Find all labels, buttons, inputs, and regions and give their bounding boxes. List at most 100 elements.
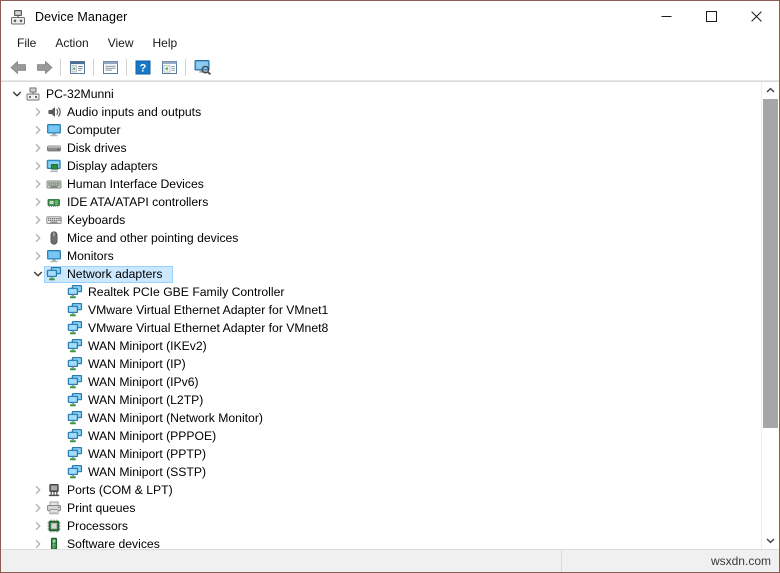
tree-node-label: Software devices: [67, 537, 160, 549]
chevron-right-icon[interactable]: [30, 229, 46, 247]
tree-node-label: Computer: [67, 123, 121, 137]
tree-node[interactable]: VMware Virtual Ethernet Adapter for VMne…: [1, 319, 761, 337]
status-bar: wsxdn.com: [1, 549, 779, 572]
tree-node-label: VMware Virtual Ethernet Adapter for VMne…: [88, 303, 329, 317]
chevron-right-icon[interactable]: [30, 211, 46, 229]
tree-node[interactable]: WAN Miniport (IP): [1, 355, 761, 373]
tree-node-label: WAN Miniport (PPTP): [88, 447, 207, 461]
tree-node[interactable]: WAN Miniport (PPPOE): [1, 427, 761, 445]
tree-node[interactable]: Processors: [1, 517, 761, 535]
tree-node-label: Processors: [67, 519, 128, 533]
tree-node-label: WAN Miniport (PPPOE): [88, 429, 217, 443]
scrollbar-track[interactable]: [762, 99, 779, 532]
chevron-right-icon[interactable]: [30, 481, 46, 499]
tree-node[interactable]: Ports (COM & LPT): [1, 481, 761, 499]
tree-node-label: WAN Miniport (IPv6): [88, 375, 199, 389]
menu-item-file[interactable]: File: [8, 34, 46, 53]
tree-node-label: PC-32Munni: [46, 87, 114, 101]
network-adapter-icon: [67, 338, 83, 354]
tree-node[interactable]: Audio inputs and outputs: [1, 103, 761, 121]
close-button[interactable]: [734, 1, 779, 32]
tree-node-label: Ports (COM & LPT): [67, 483, 173, 497]
tree-node-label: Mice and other pointing devices: [67, 231, 239, 245]
network-adapter-icon: [67, 464, 83, 480]
tree-node[interactable]: VMware Virtual Ethernet Adapter for VMne…: [1, 301, 761, 319]
tree-node-label: VMware Virtual Ethernet Adapter for VMne…: [88, 321, 329, 335]
tree-node[interactable]: WAN Miniport (IPv6): [1, 373, 761, 391]
chevron-right-icon[interactable]: [30, 499, 46, 517]
chevron-right-icon[interactable]: [30, 535, 46, 549]
chevron-right-icon[interactable]: [30, 175, 46, 193]
menu-item-help[interactable]: Help: [144, 34, 188, 53]
properties-button[interactable]: [97, 55, 123, 79]
scan-for-hardware-changes-button[interactable]: [189, 55, 215, 79]
tree-node[interactable]: WAN Miniport (IKEv2): [1, 337, 761, 355]
network-adapter-icon: [67, 410, 83, 426]
tree-node[interactable]: Mice and other pointing devices: [1, 229, 761, 247]
software-device-icon: [46, 536, 62, 549]
tree-node[interactable]: Software devices: [1, 535, 761, 549]
monitor-icon: [46, 122, 62, 138]
tree-node[interactable]: Human Interface Devices: [1, 175, 761, 193]
tree-node[interactable]: Display adapters: [1, 157, 761, 175]
scrollbar-thumb[interactable]: [763, 99, 778, 428]
minimize-button[interactable]: [644, 1, 689, 32]
network-adapter-icon: [67, 320, 83, 336]
chevron-right-icon[interactable]: [30, 517, 46, 535]
network-adapter-icon: [67, 284, 83, 300]
tree-node[interactable]: WAN Miniport (L2TP): [1, 391, 761, 409]
ide-controller-icon: [46, 194, 62, 210]
chevron-down-icon[interactable]: [9, 85, 25, 103]
tree-node[interactable]: Realtek PCIe GBE Family Controller: [1, 283, 761, 301]
tree-node-label: Realtek PCIe GBE Family Controller: [88, 285, 285, 299]
back-button[interactable]: [5, 55, 31, 79]
menu-item-view[interactable]: View: [99, 34, 144, 53]
network-adapter-icon: [67, 392, 83, 408]
tree-node[interactable]: Disk drives: [1, 139, 761, 157]
tree-node-label: WAN Miniport (Network Monitor): [88, 411, 263, 425]
toolbar-separator: [60, 58, 61, 76]
mouse-icon: [46, 230, 62, 246]
tree-node[interactable]: WAN Miniport (PPTP): [1, 445, 761, 463]
maximize-button[interactable]: [689, 1, 734, 32]
tree-node[interactable]: Print queues: [1, 499, 761, 517]
chevron-right-icon[interactable]: [30, 103, 46, 121]
tree-node[interactable]: Computer: [1, 121, 761, 139]
tree-node-label: Network adapters: [67, 267, 163, 281]
svg-text:?: ?: [140, 62, 147, 74]
device-tree[interactable]: PC-32Munni Audio inputs and outputs Comput…: [1, 82, 761, 549]
tree-node-label: Disk drives: [67, 141, 127, 155]
vertical-scrollbar[interactable]: [761, 82, 779, 549]
window-controls: [644, 1, 779, 32]
update-driver-button[interactable]: [156, 55, 182, 79]
tree-node-label: WAN Miniport (IKEv2): [88, 339, 207, 353]
tree-node[interactable]: WAN Miniport (SSTP): [1, 463, 761, 481]
scroll-down-button[interactable]: [762, 532, 779, 549]
tree-node[interactable]: IDE ATA/ATAPI controllers: [1, 193, 761, 211]
tree-node[interactable]: Network adapters: [1, 265, 761, 283]
tree-node[interactable]: WAN Miniport (Network Monitor): [1, 409, 761, 427]
tree-node[interactable]: Keyboards: [1, 211, 761, 229]
chevron-right-icon[interactable]: [30, 121, 46, 139]
chevron-right-icon[interactable]: [30, 139, 46, 157]
scroll-up-button[interactable]: [762, 82, 779, 99]
network-adapter-icon: [67, 356, 83, 372]
help-button[interactable]: ?: [130, 55, 156, 79]
tree-node[interactable]: Monitors: [1, 247, 761, 265]
tree-node-label: Print queues: [67, 501, 136, 515]
tree-root-node[interactable]: PC-32Munni: [1, 85, 761, 103]
toolbar-separator: [185, 58, 186, 76]
device-manager-window: Device Manager File Action View Help ? P…: [0, 0, 780, 573]
chevron-right-icon[interactable]: [30, 157, 46, 175]
chevron-right-icon[interactable]: [30, 247, 46, 265]
menu-item-action[interactable]: Action: [46, 34, 98, 53]
chevron-right-icon[interactable]: [30, 193, 46, 211]
show-hide-console-tree-button[interactable]: [64, 55, 90, 79]
forward-button[interactable]: [31, 55, 57, 79]
title-bar-left: Device Manager: [1, 8, 127, 26]
